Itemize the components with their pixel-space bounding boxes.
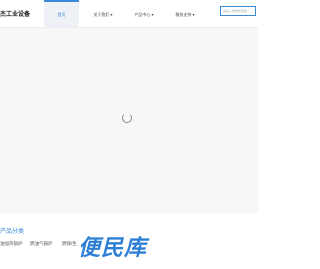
category-title: 产品分类 <box>0 229 25 235</box>
category-item-coal[interactable]: 燃煤/生 <box>62 241 77 247</box>
nav-item-products[interactable]: 产品中心 ▾ <box>127 0 161 27</box>
watermark-logo: 便民库 <box>78 235 148 260</box>
spinner-icon <box>122 113 132 123</box>
header: 杰工业设备 首页 关于我们 ▾ 产品中心 ▾ 服务支持 ▾ 请输入你想搜索的 <box>0 0 258 28</box>
search-input[interactable]: 请输入你想搜索的 <box>220 6 256 16</box>
banner-loading-area <box>0 28 258 213</box>
page: 杰工业设备 首页 关于我们 ▾ 产品中心 ▾ 服务支持 ▾ 请输入你想搜索的 产… <box>0 0 258 269</box>
nav-item-about[interactable]: 关于我们 ▾ <box>86 0 120 27</box>
category-item-oil-heating[interactable]: 油加热锅炉 <box>0 241 23 247</box>
nav-item-home[interactable]: 首页 <box>44 0 79 27</box>
category-item-fuel-gas[interactable]: 燃油气锅炉 <box>30 241 53 247</box>
nav-item-service[interactable]: 服务支持 ▾ <box>168 0 202 27</box>
logo-text[interactable]: 杰工业设备 <box>0 9 30 18</box>
